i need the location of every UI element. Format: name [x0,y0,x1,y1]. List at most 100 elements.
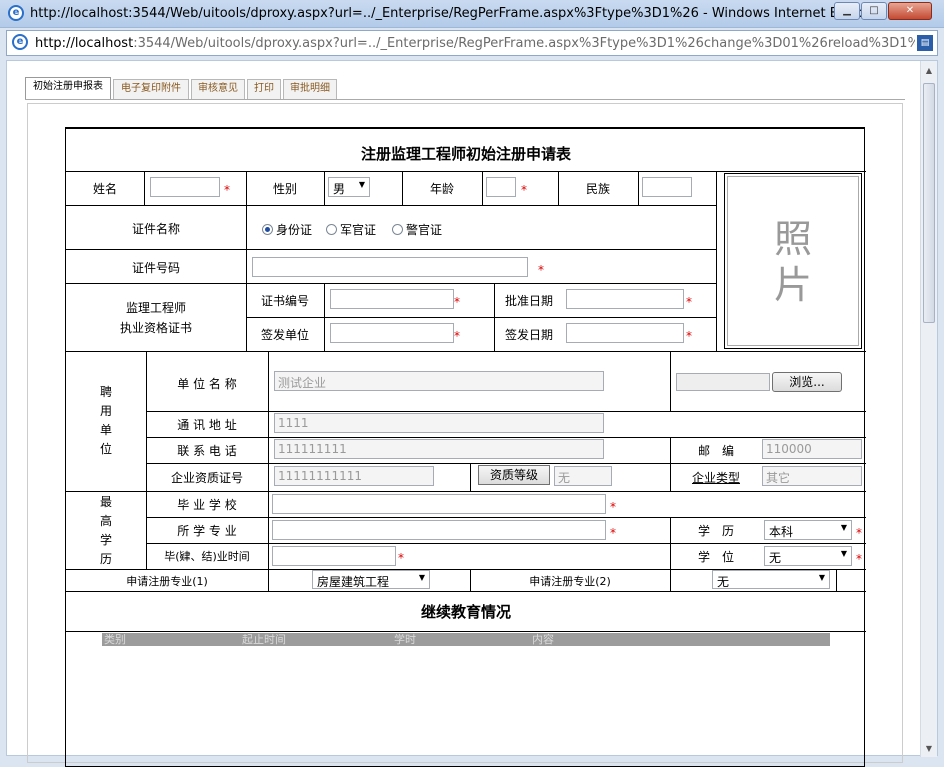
reg-major2-select[interactable]: 无 ▼ [712,570,830,589]
major-input[interactable] [272,520,606,540]
row-line [66,249,716,250]
col-line [268,569,269,591]
photo-frame [727,176,859,346]
radio-checked-icon [262,224,273,235]
page-icon: e [12,34,28,50]
name-label: 姓名 [92,182,117,196]
phone-label: 联 系 电 话 [177,444,237,458]
compat-view-icon[interactable]: ▤ [917,35,933,51]
browse-button[interactable]: 浏览... [772,372,842,392]
education-label: 学 历 [697,524,734,538]
school-input[interactable] [272,494,606,514]
ie-logo-icon: e [8,5,24,21]
issuer-input[interactable] [330,323,454,343]
address-input[interactable]: 1111 [274,413,604,433]
close-button[interactable]: ✕ [888,2,932,20]
photo-char: 照 [773,217,812,261]
education-select[interactable]: 本科 ▼ [764,520,852,540]
required-mark: * [454,329,460,343]
qual-level-button[interactable]: 资质等级 [478,465,550,485]
row-line [66,205,716,206]
photo-char: 片 [773,263,812,307]
row-line [146,463,866,464]
row-line [66,351,866,352]
col-line [670,351,671,411]
vertical-scrollbar[interactable]: ▲ ▼ [920,61,937,757]
tab-initial-registration[interactable]: 初始注册申报表 [25,77,111,99]
required-mark: * [224,183,230,197]
col-line [716,171,717,351]
row-line [66,171,866,172]
age-input[interactable] [486,177,516,197]
issue-date-input[interactable] [566,323,684,343]
chevron-down-icon: ▼ [418,573,425,582]
tab-approval-details[interactable]: 审批明细 [283,79,337,99]
tab-review-opinion[interactable]: 审核意见 [191,79,245,99]
required-mark: * [538,263,544,277]
tab-electronic-attachments[interactable]: 电子复印附件 [113,79,189,99]
gender-select[interactable]: 男 ▼ [328,177,370,197]
required-mark: * [856,552,862,566]
row-line [66,491,866,492]
scroll-down-icon[interactable]: ▼ [921,741,937,757]
window-title: http://localhost:3544/Web/uitools/dproxy… [30,6,884,21]
row-line [146,517,866,518]
cert-number-input[interactable] [252,257,528,277]
reg-major1-select[interactable]: 房屋建筑工程 ▼ [312,570,430,589]
phone-input[interactable]: 111111111 [274,439,604,459]
education-vertical-label: 最高学历 [99,495,112,566]
form-title: 注册监理工程师初始注册申请表 [360,145,571,163]
qual-level-input[interactable]: 无 [554,466,612,486]
file-path-input[interactable] [676,373,770,391]
required-mark: * [521,183,527,197]
school-label: 毕 业 学 校 [177,498,237,512]
company-name-input[interactable]: 测试企业 [274,371,604,391]
radio-police-card[interactable]: 警官证 [392,221,442,238]
col-line [324,283,325,351]
required-mark: * [686,295,692,309]
address-url[interactable]: http://localhost:3544/Web/uitools/dproxy… [35,36,915,51]
scroll-up-icon[interactable]: ▲ [921,63,937,79]
address-bar[interactable]: e http://localhost:3544/Web/uitools/dpro… [6,30,938,56]
maximize-button[interactable]: □ [861,2,887,20]
tab-print[interactable]: 打印 [247,79,281,99]
cert-type-label: 证件名称 [131,222,180,236]
grid-header-hours: 学时 [394,633,416,646]
required-mark: * [686,329,692,343]
required-mark: * [856,526,862,540]
photo-box[interactable]: 照 片 [724,173,862,349]
name-input[interactable] [150,177,220,197]
gender-label: 性别 [272,182,297,196]
grid-header-content: 内容 [532,633,554,646]
cert-no-input[interactable] [330,289,454,309]
col-line [482,171,483,205]
company-name-label: 单 位 名 称 [177,377,237,391]
col-line [246,171,247,351]
degree-select[interactable]: 无 ▼ [764,546,852,566]
cert-number-label: 证件号码 [131,261,180,275]
minimize-button[interactable]: ▁ [834,2,860,20]
tab-divider [25,99,905,101]
radio-unchecked-icon [392,224,403,235]
chevron-down-icon: ▼ [818,573,825,582]
age-label: 年龄 [429,182,454,196]
grad-time-input[interactable] [272,546,396,566]
postcode-label: 邮 编 [697,444,734,458]
approval-date-input[interactable] [566,289,684,309]
row-line [246,317,716,318]
employer-vertical-label: 聘用单位 [99,385,112,456]
continuing-education-grid-header: 类别 起止时间 学时 内容 [102,633,830,646]
grid-header-category: 类别 [104,633,126,646]
radio-id-card[interactable]: 身份证 [262,221,312,238]
row-line [66,631,866,632]
grad-time-label: 毕(肄、结)业时间 [164,550,250,563]
ethnicity-label: 民族 [585,182,610,196]
company-cert-label: 企业资质证号 [170,471,243,485]
company-type-input[interactable]: 其它 [762,466,862,486]
issue-date-label: 签发日期 [504,328,553,342]
radio-military-card[interactable]: 军官证 [326,221,376,238]
scroll-thumb[interactable] [923,83,935,323]
postcode-input[interactable]: 110000 [762,439,862,459]
ethnicity-input[interactable] [642,177,692,197]
company-cert-input[interactable]: 11111111111 [274,466,434,486]
